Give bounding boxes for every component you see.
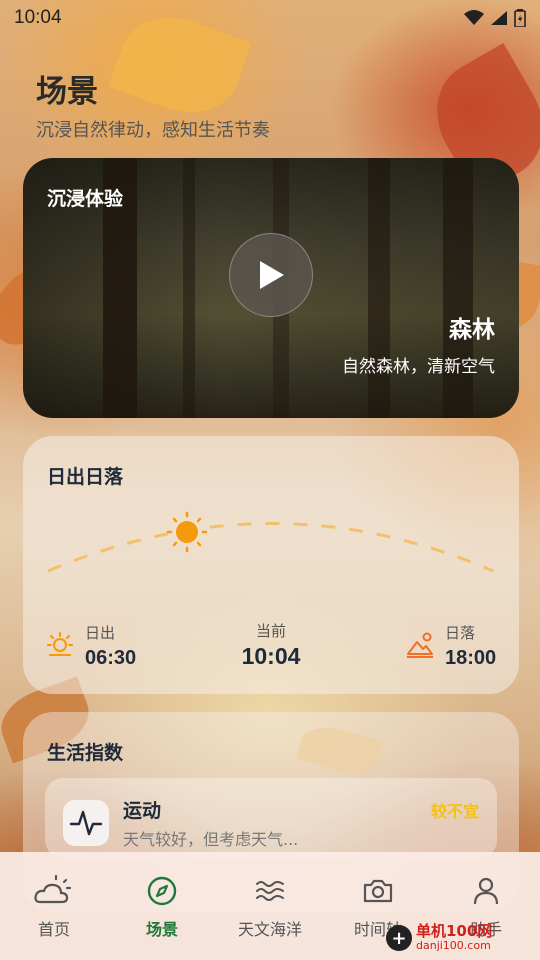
play-button[interactable] [229, 233, 313, 317]
status-icons [464, 9, 526, 27]
index-name: 运动 [123, 800, 162, 822]
status-bar: 10:04 [0, 0, 540, 36]
sunrise-time: 06:30 [85, 647, 137, 669]
watermark-line1: 单机100网 [416, 922, 493, 941]
page-subtitle: 沉浸自然律动，感知生活节奏 [36, 120, 270, 141]
forest-tree [443, 158, 473, 418]
weather-icon [34, 874, 72, 904]
person-icon [473, 877, 499, 905]
current-label: 当前 [255, 622, 286, 640]
nav-item-astronomy[interactable]: 天文海洋 [216, 852, 324, 960]
nav-label: 天文海洋 [237, 920, 302, 939]
forest-tree [368, 158, 390, 418]
current-time: 10:04 [241, 643, 301, 669]
nav-label: 场景 [145, 920, 178, 939]
camera-icon [363, 879, 393, 903]
nav-item-scene[interactable]: 场景 [108, 852, 216, 960]
sunrise-icon [47, 632, 73, 656]
waves-icon [256, 881, 284, 901]
life-index-item[interactable]: 运动 天气较好，但考虑天气... 较不宜 [45, 778, 497, 858]
status-time: 10:04 [14, 7, 62, 28]
watermark-line2: danji100.com [416, 939, 491, 953]
battery-icon [514, 9, 526, 27]
sunrise-label: 日出 [85, 624, 116, 642]
watermark-logo: + [386, 925, 412, 951]
play-icon [260, 261, 284, 289]
nav-label: 首页 [37, 920, 70, 939]
nav-item-home[interactable]: 首页 [0, 852, 108, 960]
site-watermark: + 单机100网 danji100.com [386, 918, 536, 958]
page-title: 场景 [36, 74, 98, 110]
current-time-block: 当前 10:04 [241, 622, 301, 670]
immersive-card[interactable]: 沉浸体验 森林 自然森林，清新空气 [23, 158, 519, 418]
signal-icon [491, 11, 507, 25]
sun-arc [47, 511, 494, 573]
scene-description: 自然森林，清新空气 [342, 357, 495, 377]
forest-tree [183, 158, 195, 418]
life-index-title: 生活指数 [47, 742, 124, 764]
index-description: 天气较好，但考虑天气... [123, 830, 299, 849]
sunrise-sunset-card: 日出日落 日出 06:30 当前 10:04 日落 18:00 [23, 436, 519, 694]
immersive-label: 沉浸体验 [47, 188, 124, 210]
pulse-icon [63, 800, 109, 846]
sun-position-icon [166, 511, 208, 553]
sunset-time: 18:00 [445, 647, 497, 669]
wifi-icon [464, 10, 484, 25]
scene-name: 森林 [449, 317, 495, 343]
sunset-label: 日落 [445, 624, 476, 642]
sun-section-title: 日出日落 [47, 466, 124, 488]
compass-icon [147, 876, 177, 906]
sunset-icon [407, 632, 433, 658]
index-level: 较不宜 [430, 802, 479, 821]
